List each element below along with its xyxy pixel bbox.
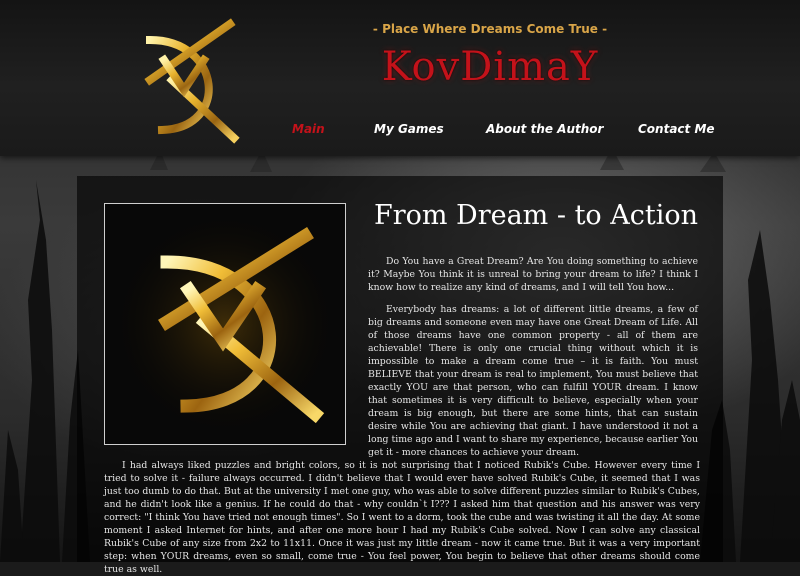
intro-paragraph: Do You have a Great Dream? Are You doing…	[368, 256, 698, 293]
featured-logo-image	[104, 203, 346, 445]
faith-paragraph: Everybody has dreams: a lot of different…	[368, 304, 698, 458]
site-tagline: - Place Where Dreams Come True -	[372, 22, 608, 36]
kdy-logo[interactable]	[112, 10, 252, 150]
kdy-monogram-large-icon	[105, 204, 345, 444]
nav-about-author-link[interactable]: About the Author	[486, 122, 603, 136]
rubiks-story-paragraph: I had always liked puzzles and bright co…	[104, 460, 700, 575]
page-headline: From Dream - to Action	[373, 200, 699, 231]
site-title[interactable]: KovDimaY	[330, 44, 650, 90]
nav-main-link[interactable]: Main	[292, 122, 325, 136]
nav-contact-link[interactable]: Contact Me	[638, 122, 715, 136]
nav-my-games-link[interactable]: My Games	[374, 122, 444, 136]
